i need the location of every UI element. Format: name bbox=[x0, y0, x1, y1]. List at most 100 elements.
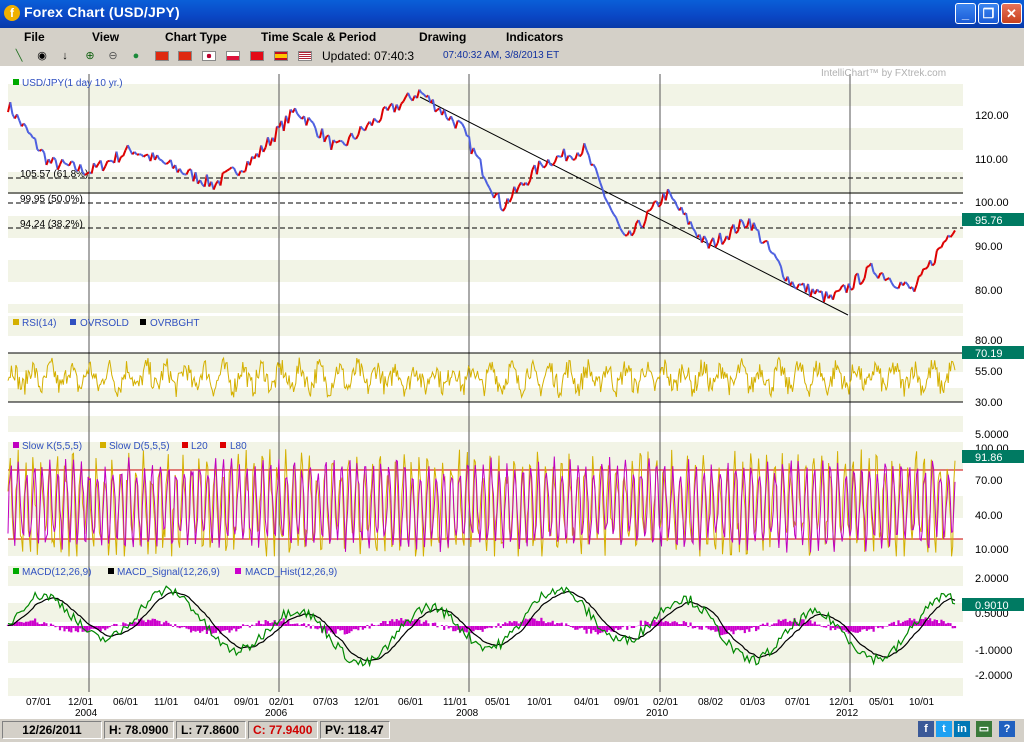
price-segment bbox=[377, 118, 382, 124]
close-button[interactable]: ✕ bbox=[1001, 3, 1022, 24]
x-tick-label: 02/01 bbox=[269, 697, 294, 708]
trendline-icon[interactable]: ╲ bbox=[12, 49, 26, 63]
help-icon[interactable]: ? bbox=[999, 721, 1015, 737]
twitter-icon[interactable]: t bbox=[936, 721, 952, 737]
price-segment bbox=[159, 158, 163, 162]
price-segment bbox=[222, 171, 226, 174]
menu-file[interactable]: File bbox=[24, 30, 45, 44]
price-segment bbox=[140, 153, 145, 158]
price-segment bbox=[658, 203, 662, 208]
updated-label: Updated: 07:40:3 bbox=[322, 49, 415, 63]
stoch-l20-label: L20 bbox=[191, 441, 208, 452]
facebook-icon[interactable]: f bbox=[918, 721, 934, 737]
chart-svg[interactable]: IntelliChart™ by FXtrek.com USD/JPY(1 da… bbox=[0, 66, 1024, 719]
price-segment bbox=[459, 121, 463, 125]
price-segment bbox=[943, 239, 947, 243]
band-stripe bbox=[8, 641, 963, 663]
window-icon[interactable]: ▭ bbox=[976, 721, 992, 737]
price-segment bbox=[310, 119, 314, 124]
price-segment bbox=[606, 200, 611, 206]
china-flag-icon[interactable] bbox=[155, 51, 169, 61]
x-tick-label: 12/01 bbox=[354, 697, 379, 708]
stoch-d-label: Slow D(5,5,5) bbox=[109, 441, 170, 452]
macd-legend: MACD(12,26,9) MACD_Signal(12,26,9) MACD_… bbox=[13, 567, 337, 578]
menu-bar: File View Chart Type Time Scale & Period… bbox=[0, 28, 592, 46]
price-segment bbox=[936, 247, 940, 252]
macd-current-value: 0.9010 bbox=[975, 600, 1009, 612]
toolbar: ╲ ◉ ↓ ⊕ ⊖ ● Updated: 07:40:3 07:40:32 AM… bbox=[0, 46, 592, 66]
x-tick-label: 09/01 bbox=[234, 697, 259, 708]
chart-area[interactable]: IntelliChart™ by FXtrek.com USD/JPY(1 da… bbox=[0, 66, 1024, 719]
price-segment bbox=[592, 163, 597, 169]
target-icon[interactable]: ◉ bbox=[35, 49, 49, 63]
menu-chart-type[interactable]: Chart Type bbox=[165, 30, 227, 44]
price-tick-90: 90.00 bbox=[975, 241, 1003, 253]
price-segment bbox=[307, 116, 312, 122]
price-segment bbox=[61, 158, 66, 164]
macd-tick-2: 2.0000 bbox=[975, 573, 1009, 585]
zoom-in-icon[interactable]: ⊕ bbox=[83, 49, 97, 63]
x-tick-label: 05/01 bbox=[485, 697, 510, 708]
vertical-gridlines bbox=[88, 74, 851, 692]
poland-flag-icon[interactable] bbox=[226, 51, 240, 61]
price-segment bbox=[762, 240, 766, 244]
minimize-button[interactable]: _ bbox=[955, 3, 976, 24]
maximize-button[interactable]: ❐ bbox=[978, 3, 999, 24]
spain-flag-icon[interactable] bbox=[274, 51, 288, 61]
price-segment bbox=[71, 160, 74, 163]
price-segment bbox=[795, 283, 800, 290]
x-tick-label: 12/01 bbox=[829, 697, 854, 708]
price-segment bbox=[547, 159, 552, 166]
x-tick-label: 10/01 bbox=[909, 697, 934, 708]
price-segment bbox=[680, 206, 685, 215]
updated-timestamp: 07:40:32 AM, 3/8/2013 ET bbox=[443, 50, 560, 61]
rsi-tick-55: 55.00 bbox=[975, 366, 1003, 378]
menu-view[interactable]: View bbox=[92, 30, 119, 44]
fib-label-50: 99.95 (50.0%) bbox=[20, 194, 83, 205]
japan-flag-icon[interactable] bbox=[202, 51, 216, 61]
price-segment bbox=[554, 155, 559, 163]
price-segment bbox=[890, 282, 895, 288]
arrow-down-icon[interactable]: ↓ bbox=[58, 49, 72, 63]
rsi-tick-80: 80.00 bbox=[975, 335, 1003, 347]
price-segment bbox=[224, 169, 228, 173]
price-segment bbox=[572, 158, 576, 161]
price-segment bbox=[904, 281, 909, 285]
price-segment bbox=[940, 241, 945, 248]
x-year-label: 2004 bbox=[75, 708, 98, 719]
hongkong-flag-icon[interactable] bbox=[178, 51, 192, 61]
price-segment bbox=[102, 166, 107, 172]
turkey-flag-icon[interactable] bbox=[250, 51, 264, 61]
price-segment bbox=[569, 155, 574, 161]
rsi-tick-5: 5.0000 bbox=[975, 429, 1009, 441]
window-title: Forex Chart (USD/JPY) bbox=[24, 4, 180, 20]
x-tick-label: 12/01 bbox=[68, 697, 93, 708]
price-segment bbox=[64, 162, 68, 166]
price-segment bbox=[649, 206, 653, 212]
x-tick-label: 11/01 bbox=[154, 697, 179, 708]
menu-time-scale[interactable]: Time Scale & Period bbox=[261, 30, 376, 44]
x-tick-label: 07/01 bbox=[26, 697, 51, 708]
zoom-out-icon[interactable]: ⊖ bbox=[106, 49, 120, 63]
menu-indicators[interactable]: Indicators bbox=[506, 30, 563, 44]
price-segment bbox=[84, 172, 88, 176]
price-segment bbox=[117, 156, 122, 163]
rsi-axis: 80.00 55.00 30.00 5.0000 70.19 bbox=[962, 335, 1024, 441]
rsi-current-value: 70.19 bbox=[975, 348, 1003, 360]
price-tick-120: 120.00 bbox=[975, 110, 1009, 122]
price-segment bbox=[669, 193, 674, 200]
x-year-label: 2008 bbox=[456, 708, 479, 719]
usa-flag-icon[interactable] bbox=[298, 51, 312, 61]
price-segment bbox=[773, 253, 778, 259]
price-segment bbox=[421, 92, 425, 96]
price-segment bbox=[610, 209, 615, 215]
globe-icon[interactable]: ● bbox=[129, 49, 143, 63]
rsi-tick-30: 30.00 bbox=[975, 397, 1003, 409]
linkedin-icon[interactable]: in bbox=[954, 721, 970, 737]
x-tick-label: 06/01 bbox=[398, 697, 423, 708]
menu-drawing[interactable]: Drawing bbox=[419, 30, 466, 44]
legend-swatch bbox=[13, 79, 19, 85]
x-year-label: 2012 bbox=[836, 708, 859, 719]
price-segment bbox=[563, 148, 568, 162]
price-segment bbox=[226, 168, 231, 172]
